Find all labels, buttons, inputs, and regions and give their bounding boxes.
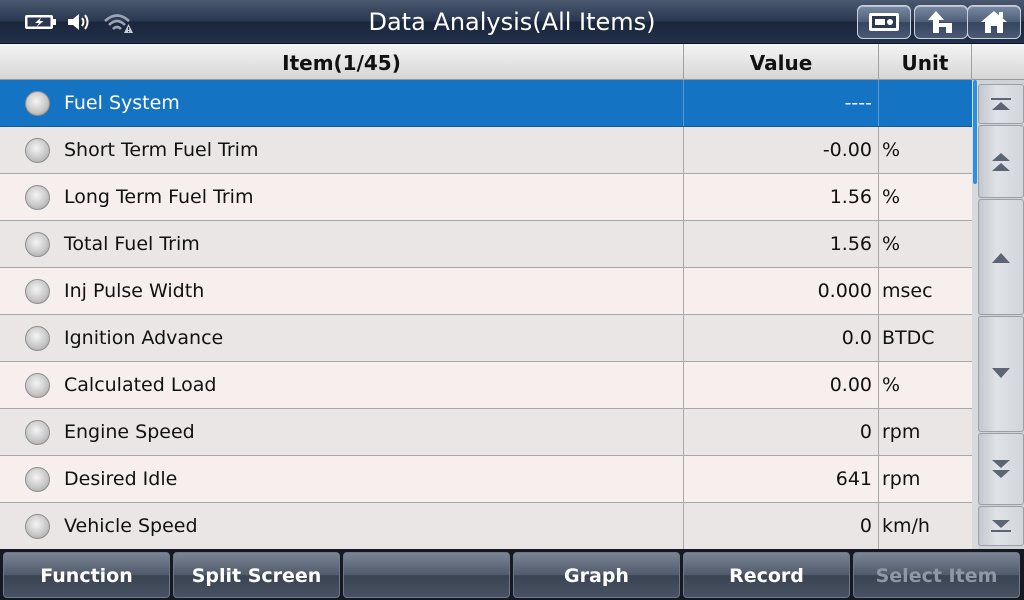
title-bar: Data Analysis(All Items) [0, 0, 1024, 44]
page-up-icon [992, 152, 1010, 171]
item-value: 0.00 [684, 362, 879, 408]
table-row[interactable]: Ignition Advance 0.0 BTDC [0, 315, 972, 362]
row-radio[interactable] [25, 91, 50, 116]
item-name: Desired Idle [64, 468, 178, 490]
row-radio[interactable] [25, 420, 50, 445]
item-unit: % [882, 139, 901, 161]
scroll-top-icon [991, 98, 1011, 110]
empty-button[interactable] [343, 552, 510, 598]
home-button[interactable] [967, 5, 1021, 39]
table-header: Item(1/45) Value Unit [0, 44, 1024, 80]
row-radio[interactable] [25, 279, 50, 304]
page-up-button[interactable] [978, 125, 1024, 198]
item-unit [879, 80, 972, 126]
item-name: Short Term Fuel Trim [64, 139, 259, 161]
scroll-bottom-button[interactable] [978, 506, 1024, 546]
item-unit: % [882, 186, 901, 208]
table-row[interactable]: Calculated Load 0.00 % [0, 362, 972, 409]
item-value: 0.0 [684, 315, 879, 361]
column-header-item: Item(1/45) [0, 44, 684, 80]
item-value: 1.56 [684, 174, 879, 220]
line-up-icon [992, 253, 1010, 263]
column-header-value: Value [684, 44, 879, 80]
row-radio[interactable] [25, 514, 50, 539]
table-row[interactable]: Engine Speed 0 rpm [0, 409, 972, 456]
row-radio[interactable] [25, 185, 50, 210]
line-up-button[interactable] [978, 199, 1024, 315]
table-row[interactable]: Short Term Fuel Trim -0.00 % [0, 127, 972, 174]
split-screen-button[interactable]: Split Screen [173, 552, 340, 598]
item-value: 0 [684, 409, 879, 455]
item-value: 0 [684, 503, 879, 549]
item-unit: msec [882, 280, 933, 302]
item-unit: % [882, 374, 901, 396]
data-list: Fuel System ---- Short Term Fuel Trim -0… [0, 80, 972, 549]
table-row[interactable]: Long Term Fuel Trim 1.56 % [0, 174, 972, 221]
item-name: Long Term Fuel Trim [64, 186, 254, 208]
item-name: Calculated Load [64, 374, 217, 396]
screenshot-icon [869, 13, 899, 31]
item-value: -0.00 [684, 127, 879, 173]
item-name: Fuel System [64, 92, 180, 114]
item-value: 641 [684, 456, 879, 502]
item-name: Inj Pulse Width [64, 280, 205, 302]
column-header-spacer [972, 44, 1024, 80]
table-row[interactable]: Inj Pulse Width 0.000 msec [0, 268, 972, 315]
record-button[interactable]: Record [683, 552, 850, 598]
screenshot-button[interactable] [857, 5, 911, 39]
item-name: Total Fuel Trim [64, 233, 200, 255]
scroll-top-button[interactable] [978, 84, 1024, 124]
back-button[interactable] [914, 5, 968, 39]
scroll-bottom-icon [991, 520, 1011, 532]
item-name: Vehicle Speed [64, 515, 198, 537]
row-radio[interactable] [25, 326, 50, 351]
row-radio[interactable] [25, 138, 50, 163]
item-unit: % [882, 233, 901, 255]
line-down-button[interactable] [978, 316, 1024, 432]
back-up-arrow-icon [928, 11, 952, 33]
item-value: ---- [684, 80, 879, 126]
page-down-icon [992, 460, 1010, 478]
row-radio[interactable] [25, 467, 50, 492]
graph-button[interactable]: Graph [513, 552, 680, 598]
scrollbar-thumb[interactable] [973, 80, 977, 184]
row-radio[interactable] [25, 232, 50, 257]
item-value: 1.56 [684, 221, 879, 267]
table-row[interactable]: Fuel System ---- [0, 80, 972, 127]
function-button[interactable]: Function [3, 552, 170, 598]
table-row[interactable]: Vehicle Speed 0 km/h [0, 503, 972, 549]
item-value: 0.000 [684, 268, 879, 314]
item-unit: BTDC [882, 327, 935, 349]
row-radio[interactable] [25, 373, 50, 398]
home-icon [981, 11, 1007, 33]
item-name: Ignition Advance [64, 327, 224, 349]
column-header-unit: Unit [879, 44, 972, 80]
table-row[interactable]: Desired Idle 641 rpm [0, 456, 972, 503]
page-down-button[interactable] [978, 433, 1024, 505]
item-name: Engine Speed [64, 421, 195, 443]
scroll-panel [972, 80, 1024, 549]
item-unit: rpm [882, 421, 921, 443]
table-row[interactable]: Total Fuel Trim 1.56 % [0, 221, 972, 268]
bottom-toolbar: Function Split Screen Graph Record Selec… [0, 549, 1024, 600]
item-unit: rpm [882, 468, 921, 490]
select-item-button[interactable]: Select Item [853, 552, 1020, 598]
item-unit: km/h [882, 515, 930, 537]
line-down-icon [992, 368, 1010, 378]
